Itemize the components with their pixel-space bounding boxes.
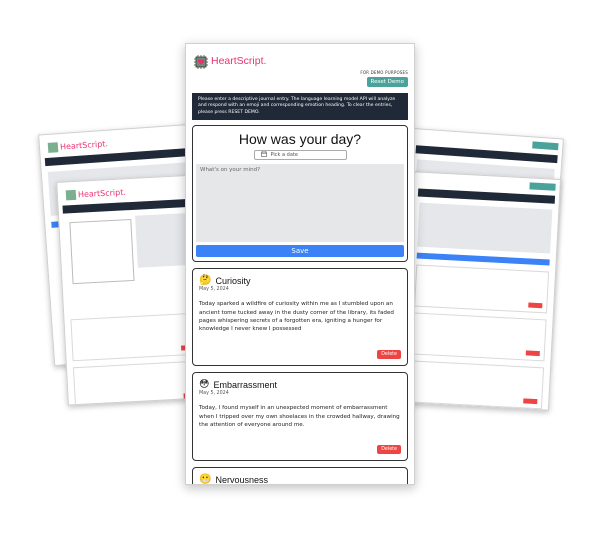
heart-chip-icon [194, 54, 208, 69]
entry-text: Today, I found myself in an unexpected m… [199, 405, 400, 429]
journal-entry-form: How was your day? Pick a date What's on … [192, 125, 408, 263]
emotion-heading: Embarrassment [213, 379, 277, 390]
logo: HeartScript. [194, 54, 267, 69]
journal-entry-card: 🤔 Curiosity May 5, 2024 Today sparked a … [192, 268, 408, 367]
calendar-icon [260, 151, 267, 159]
demo-note: FOR DEMO PURPOSES [360, 70, 408, 75]
entry-text: Today sparked a wildfire of curiosity wi… [199, 301, 394, 333]
app-header: HeartScript. FOR DEMO PURPOSES Reset Dem… [186, 44, 414, 90]
date-picker-placeholder: Pick a date [270, 152, 298, 159]
delete-button[interactable]: Delete [377, 445, 401, 455]
instructions-banner: Please enter a descriptive journal entry… [192, 93, 408, 121]
delete-button[interactable]: Delete [377, 350, 401, 360]
emotion-emoji: 😳 [199, 379, 210, 391]
emotion-emoji: 😬 [199, 474, 212, 485]
page-title: How was your day? [238, 131, 362, 148]
background-screenshot-right-front [402, 171, 561, 411]
calendar-popup-preview [69, 218, 135, 285]
journal-textarea[interactable]: What's on your mind? [196, 164, 404, 243]
journal-entry-card: 😳 Embarrassment May 5, 2024 Today, I fou… [192, 372, 408, 462]
app-window: HeartScript. FOR DEMO PURPOSES Reset Dem… [185, 43, 415, 485]
emotion-heading: Curiosity [215, 275, 251, 286]
date-picker-input[interactable]: Pick a date [253, 150, 347, 161]
entry-date: May 5, 2024 [199, 391, 229, 397]
entry-date: May 5, 2024 [199, 287, 229, 293]
save-button[interactable]: Save [196, 245, 404, 258]
emotion-heading: Nervousness [215, 474, 268, 485]
journal-entry-card: 😬 Nervousness [192, 467, 408, 485]
app-name: HeartScript. [211, 55, 267, 67]
emotion-emoji: 🤔 [199, 275, 212, 287]
reset-demo-button[interactable]: Reset Demo [366, 77, 408, 87]
